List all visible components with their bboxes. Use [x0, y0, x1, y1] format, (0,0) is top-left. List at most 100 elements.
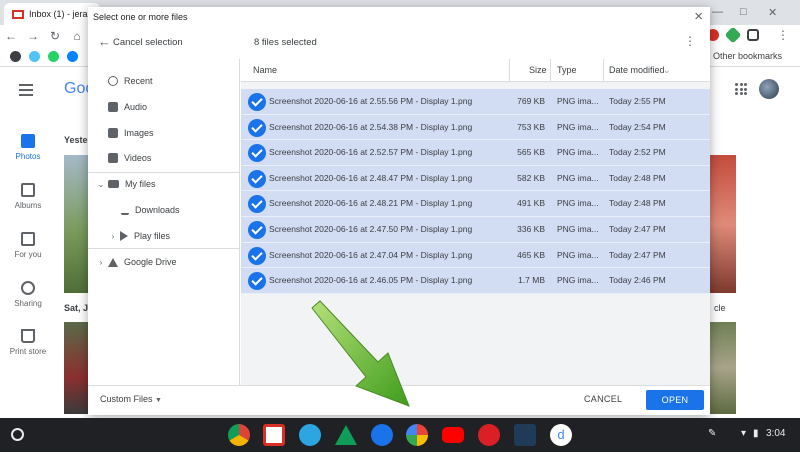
table-row[interactable]: Screenshot 2020-06-16 at 2.47.04 PM - Di… [241, 242, 710, 269]
sort-arrow-icon[interactable]: ⌄ [663, 65, 671, 76]
section-heading: Yester [64, 135, 92, 145]
files-icon[interactable] [371, 424, 393, 446]
file-type: PNG ima... [557, 275, 599, 286]
nav-for-you[interactable]: For you [0, 232, 56, 259]
file-type: PNG ima... [557, 172, 599, 183]
download-icon [121, 205, 129, 215]
screen: Inbox (1) - jeramy — □ ✕ ← → ↻ ⌂ ⋮ Other… [0, 0, 800, 452]
column-divider[interactable] [509, 59, 510, 82]
extension-tab-icon[interactable] [747, 29, 759, 41]
battery-icon[interactable]: ▮ [753, 428, 759, 439]
sidebar-item-my-files[interactable]: ⌄ My files [88, 172, 240, 196]
table-row[interactable]: Screenshot 2020-06-16 at 2.52.57 PM - Di… [241, 140, 710, 166]
images-icon [108, 128, 118, 138]
checkmark-icon[interactable] [248, 195, 266, 214]
close-window-icon[interactable]: ✕ [768, 6, 777, 19]
checkmark-icon[interactable] [248, 221, 266, 239]
open-button[interactable]: OPEN [646, 390, 704, 410]
column-size[interactable]: Size [529, 65, 547, 75]
file-type: PNG ima... [557, 224, 599, 234]
messenger-icon[interactable] [67, 51, 78, 62]
menu-icon[interactable] [19, 84, 33, 99]
adobe-cc-icon[interactable] [478, 424, 500, 446]
cancel-selection-button[interactable]: Cancel selection [113, 37, 183, 48]
column-name[interactable]: Name [253, 65, 277, 75]
reload-icon[interactable]: ↻ [44, 29, 66, 43]
column-date[interactable]: Date modified [609, 65, 665, 75]
nav-albums[interactable]: Albums [0, 183, 56, 210]
youtube-icon[interactable] [442, 427, 464, 443]
sidebar-item-recent[interactable]: Recent [88, 69, 240, 93]
photo-thumbnail[interactable] [64, 155, 88, 293]
google-photos-icon[interactable] [406, 424, 428, 446]
tab-gmail[interactable]: Inbox (1) - jeramy [4, 3, 100, 25]
sidebar-item-label: Videos [124, 153, 152, 163]
forward-icon[interactable]: → [22, 29, 44, 43]
telegram-icon[interactable] [299, 424, 321, 446]
table-row[interactable]: Screenshot 2020-06-16 at 2.47.50 PM - Di… [241, 217, 710, 243]
file-name: Screenshot 2020-06-16 at 2.54.38 PM - Di… [269, 121, 473, 132]
checkmark-icon[interactable] [248, 272, 266, 291]
checkmark-icon[interactable] [248, 118, 266, 137]
play-icon [120, 231, 128, 241]
minimize-icon[interactable]: — [712, 6, 723, 18]
table-row[interactable]: Screenshot 2020-06-16 at 2.48.21 PM - Di… [241, 191, 710, 217]
clock-time[interactable]: 3:04 [766, 428, 785, 439]
file-date: Today 2:48 PM [609, 198, 666, 209]
app-d-icon[interactable]: d [550, 424, 572, 446]
sidebar-divider [88, 248, 240, 249]
arrow-back-icon[interactable]: ← [98, 34, 111, 49]
sidebar-item-label: Images [124, 128, 154, 138]
sidebar-item-images[interactable]: Images [88, 121, 240, 145]
google-drive-icon[interactable] [335, 425, 357, 445]
cancel-button[interactable]: CANCEL [584, 394, 622, 404]
bookmark-icon[interactable] [29, 51, 40, 62]
close-icon[interactable]: × [694, 8, 703, 25]
checkmark-icon[interactable] [248, 144, 266, 163]
photo-thumbnail[interactable] [710, 322, 736, 414]
chevron-down-icon[interactable]: ⌄ [96, 180, 106, 189]
sidebar-item-google-drive[interactable]: › Google Drive [88, 250, 240, 274]
photo-thumbnail[interactable] [710, 155, 736, 293]
checkmark-icon[interactable] [248, 246, 266, 265]
launcher-icon[interactable] [11, 428, 24, 441]
table-row[interactable]: Screenshot 2020-06-16 at 2.48.47 PM - Di… [241, 165, 710, 192]
column-divider[interactable] [603, 59, 604, 82]
checkmark-icon[interactable] [248, 93, 266, 111]
chevron-right-icon[interactable]: › [96, 258, 106, 267]
maximize-icon[interactable]: □ [740, 6, 747, 18]
table-row[interactable]: Screenshot 2020-06-16 at 2.55.56 PM - Di… [241, 89, 710, 115]
wifi-icon[interactable]: ▾ [741, 428, 746, 439]
apps-grid-icon[interactable] [735, 83, 747, 95]
file-type-filter[interactable]: Custom Files ▼ [100, 394, 162, 404]
table-row[interactable]: Screenshot 2020-06-16 at 2.54.38 PM - Di… [241, 114, 710, 141]
checkmark-icon[interactable] [248, 169, 266, 188]
app-icon[interactable] [514, 424, 536, 446]
browser-menu-icon[interactable]: ⋮ [772, 28, 794, 42]
sidebar-item-play-files[interactable]: › Play files [88, 224, 240, 248]
gmail-icon[interactable] [263, 424, 285, 446]
more-options-icon[interactable]: ⋮ [684, 34, 696, 48]
sidebar-item-videos[interactable]: Videos [88, 146, 240, 170]
sidebar-item-audio[interactable]: Audio [88, 95, 240, 119]
avatar[interactable] [759, 79, 779, 99]
photo-thumbnail[interactable] [64, 322, 88, 414]
videos-icon [108, 153, 118, 163]
nav-photos[interactable]: Photos [0, 134, 56, 161]
column-type[interactable]: Type [557, 65, 577, 75]
stylus-icon[interactable]: ✎ [708, 428, 716, 439]
bookmark-icon[interactable] [10, 51, 21, 62]
nav-sharing[interactable]: Sharing [0, 281, 56, 308]
nav-print-store[interactable]: Print store [0, 329, 56, 356]
whatsapp-icon[interactable] [48, 51, 59, 62]
sharing-icon [21, 281, 35, 295]
cart-icon [21, 329, 35, 343]
column-divider[interactable] [550, 59, 551, 82]
chevron-right-icon[interactable]: › [108, 232, 118, 241]
sidebar-item-downloads[interactable]: Downloads [88, 198, 240, 222]
file-date: Today 2:52 PM [609, 147, 666, 158]
home-icon[interactable]: ⌂ [66, 29, 88, 43]
back-icon[interactable]: ← [0, 29, 22, 43]
table-row[interactable]: Screenshot 2020-06-16 at 2.46.05 PM - Di… [241, 268, 710, 294]
chrome-icon[interactable] [228, 424, 250, 446]
